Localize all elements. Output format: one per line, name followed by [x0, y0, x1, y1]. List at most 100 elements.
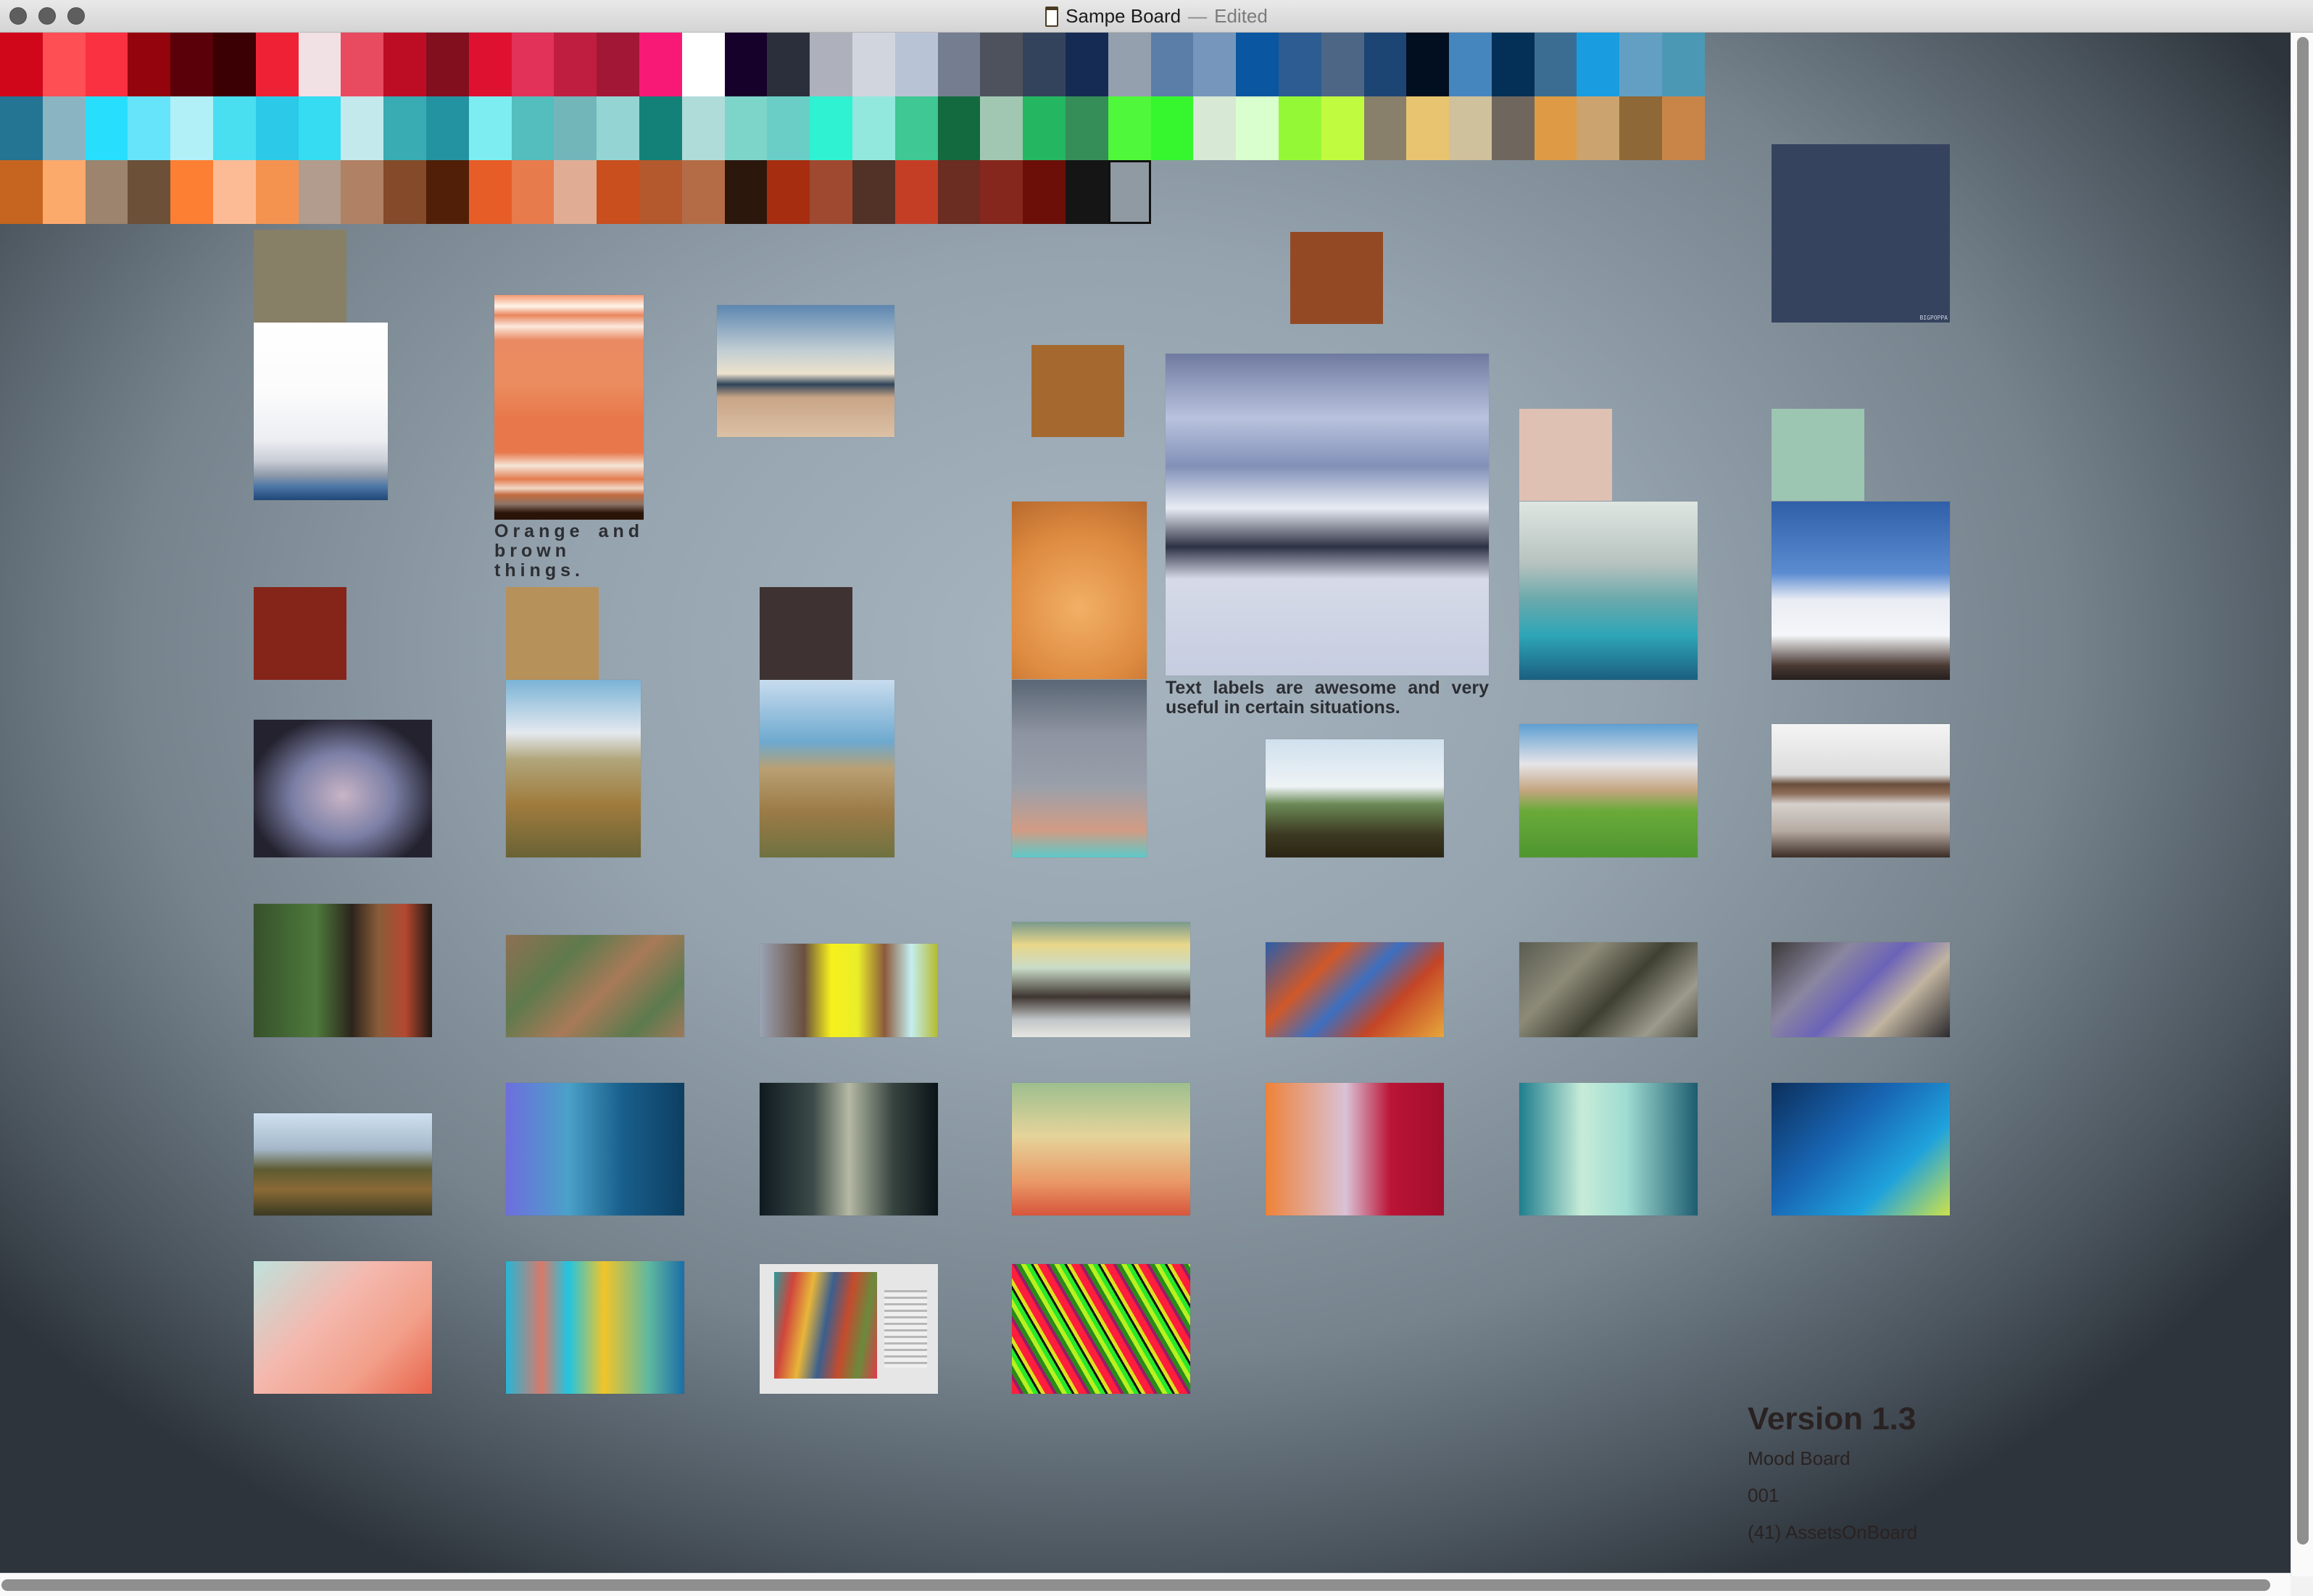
- image-green-valley[interactable]: [1266, 739, 1444, 857]
- palette-swatch[interactable]: [1023, 96, 1066, 160]
- palette-swatch[interactable]: [1619, 33, 1663, 96]
- image-ramen-noodles[interactable]: [1012, 502, 1147, 679]
- image-sled-dogs[interactable]: [1772, 502, 1950, 680]
- palette-swatch[interactable]: [1278, 33, 1321, 96]
- palette-swatch[interactable]: [1491, 96, 1535, 160]
- palette-swatch[interactable]: [383, 33, 426, 96]
- palette-swatch[interactable]: [639, 33, 682, 96]
- palette-swatch[interactable]: [597, 96, 639, 160]
- image-lake-reflection[interactable]: [1772, 724, 1950, 857]
- vertical-scroll-thumb[interactable]: [2297, 37, 2309, 1545]
- palette-swatch[interactable]: [1577, 33, 1620, 96]
- palette-swatch[interactable]: [85, 160, 128, 224]
- palette-swatch[interactable]: [937, 33, 981, 96]
- palette-swatch[interactable]: [767, 160, 810, 224]
- image-window-food[interactable]: [254, 904, 432, 1037]
- palette-swatch[interactable]: [1023, 160, 1066, 224]
- palette-swatch[interactable]: [1363, 33, 1407, 96]
- palette-swatch[interactable]: [852, 160, 895, 224]
- palette-swatch[interactable]: [724, 33, 768, 96]
- palette-swatch[interactable]: [1577, 96, 1620, 160]
- palette-swatch[interactable]: [639, 160, 682, 224]
- swatch-mint[interactable]: [1772, 409, 1864, 501]
- image-white-blue-landscape[interactable]: [254, 323, 388, 500]
- palette-swatch[interactable]: [0, 160, 43, 224]
- palette-swatch[interactable]: [341, 33, 384, 96]
- swatch-olive[interactable]: [254, 230, 346, 323]
- palette-swatch[interactable]: [1108, 33, 1151, 96]
- palette-swatch[interactable]: [852, 96, 895, 160]
- palette-swatch[interactable]: [1534, 96, 1577, 160]
- palette-swatch[interactable]: [383, 160, 426, 224]
- palette-swatch[interactable]: [810, 96, 852, 160]
- image-green-meadow[interactable]: [1519, 724, 1698, 857]
- swatch-navy[interactable]: BIGPOPPA: [1772, 144, 1950, 323]
- palette-swatch[interactable]: [425, 160, 469, 224]
- palette-swatch[interactable]: [1321, 96, 1364, 160]
- board-canvas[interactable]: BIGPOPPA Orange and brown things. Text l…: [0, 33, 2291, 1573]
- image-blue-abstract[interactable]: [506, 1083, 684, 1215]
- palette-swatch[interactable]: [128, 160, 171, 224]
- palette-swatch[interactable]: [810, 160, 852, 224]
- palette-swatch[interactable]: [511, 33, 555, 96]
- image-dark-corn[interactable]: [760, 680, 894, 857]
- image-gray-kitten[interactable]: [1012, 680, 1147, 857]
- palette-swatch[interactable]: [1662, 33, 1705, 96]
- palette-swatch[interactable]: [212, 33, 256, 96]
- palette-swatch[interactable]: [1491, 33, 1535, 96]
- swatch-dark-brown[interactable]: [760, 587, 852, 680]
- image-warm-abstract[interactable]: [1012, 1083, 1190, 1215]
- palette-swatch[interactable]: [212, 160, 256, 224]
- palette-swatch[interactable]: [1363, 96, 1407, 160]
- horizontal-scroll-thumb[interactable]: [1, 1579, 2270, 1591]
- swatch-brick-red[interactable]: [254, 587, 346, 680]
- palette-swatch[interactable]: [170, 33, 213, 96]
- palette-swatch[interactable]: [1108, 96, 1151, 160]
- image-purple-glitch[interactable]: [1772, 942, 1950, 1037]
- palette-swatch[interactable]: [597, 160, 639, 224]
- palette-swatch[interactable]: [937, 96, 981, 160]
- image-hot-spring[interactable]: [1519, 502, 1698, 680]
- image-aerial-terrain[interactable]: [506, 935, 684, 1037]
- palette-swatch[interactable]: [554, 33, 597, 96]
- palette-swatch[interactable]: [425, 33, 469, 96]
- palette-swatch[interactable]: [681, 33, 725, 96]
- palette-swatch[interactable]: [298, 160, 341, 224]
- image-yellow-corn[interactable]: [506, 680, 641, 857]
- image-cyan-yellow-abstract[interactable]: [506, 1261, 684, 1394]
- palette-swatch[interactable]: [937, 160, 981, 224]
- swatch-brown[interactable]: [1031, 345, 1124, 437]
- palette-swatch[interactable]: [511, 96, 555, 160]
- palette-swatch[interactable]: [42, 160, 86, 224]
- swatch-tan[interactable]: [506, 587, 599, 680]
- image-peach-abstract[interactable]: [254, 1261, 432, 1394]
- palette-swatch[interactable]: [128, 33, 171, 96]
- image-dark-smoke-abstract[interactable]: [760, 1083, 938, 1215]
- palette-swatch[interactable]: [1406, 33, 1450, 96]
- palette-swatch[interactable]: [767, 96, 810, 160]
- palette-swatch[interactable]: [554, 96, 597, 160]
- palette-swatch[interactable]: [0, 96, 43, 160]
- palette-swatch[interactable]: [1150, 96, 1194, 160]
- palette-swatch[interactable]: [1065, 160, 1108, 224]
- image-app-screenshot[interactable]: [760, 1264, 938, 1394]
- palette-swatch[interactable]: [1449, 96, 1492, 160]
- palette-swatch[interactable]: [42, 96, 86, 160]
- image-orange-stripes[interactable]: [494, 295, 644, 520]
- palette-swatch[interactable]: [597, 33, 639, 96]
- palette-swatch[interactable]: [170, 160, 213, 224]
- board-type[interactable]: Mood Board: [1748, 1447, 1917, 1470]
- palette-swatch[interactable]: [341, 160, 384, 224]
- image-orange-red-abstract[interactable]: [1266, 1083, 1444, 1215]
- palette-swatch[interactable]: [468, 33, 512, 96]
- palette-swatch[interactable]: [212, 96, 256, 160]
- image-hockey-player[interactable]: [1166, 354, 1489, 676]
- palette-swatch[interactable]: [468, 160, 512, 224]
- palette-swatch[interactable]: [42, 33, 86, 96]
- vertical-scrollbar[interactable]: [2291, 33, 2313, 1576]
- palette-swatch[interactable]: [894, 160, 938, 224]
- palette-swatch[interactable]: [767, 33, 810, 96]
- caption-orange-brown[interactable]: Orange and brown things.: [494, 522, 644, 581]
- version-title[interactable]: Version 1.3: [1748, 1401, 1917, 1437]
- palette-swatch[interactable]: [511, 160, 555, 224]
